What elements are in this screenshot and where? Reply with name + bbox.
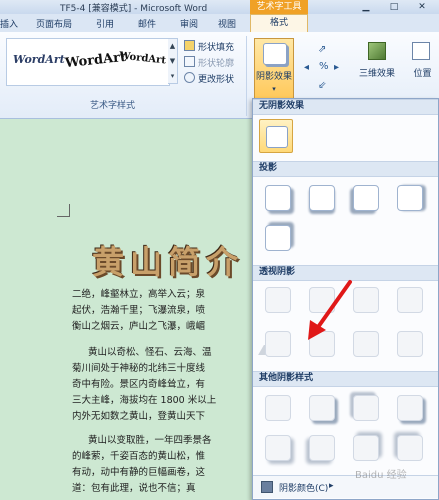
drop-shadow-option[interactable] (397, 185, 423, 211)
group-divider (246, 36, 247, 116)
position-button[interactable]: 位置 (406, 38, 439, 90)
paragraph-line: 菊川间处于神秘的北纬三十度线 (72, 363, 206, 374)
pen-icon (184, 56, 195, 67)
paragraph-line: 的峰萦，千姿百态的黄山松，惟 (72, 451, 206, 462)
no-shadow-swatch (266, 126, 288, 148)
perspective-shadow-option[interactable] (353, 331, 379, 357)
perspective-shadow-option[interactable] (265, 287, 291, 313)
shadow-effect-icon (263, 43, 287, 65)
drop-shadow-option[interactable] (265, 185, 291, 211)
perspective-shadow-option[interactable] (397, 287, 423, 313)
submenu-arrow-icon: ▸ (329, 481, 334, 491)
other-shadow-option[interactable] (397, 395, 423, 421)
perspective-shadow-option[interactable] (265, 331, 291, 357)
tab-review[interactable]: 审阅 (180, 17, 198, 30)
close-icon[interactable]: ✕ (408, 1, 436, 13)
shape-icon (184, 72, 195, 83)
drop-shadow-option[interactable] (353, 185, 379, 211)
tab-insert[interactable]: 插入 (0, 17, 18, 30)
shadow-color-menu-item[interactable]: 阴影颜色(C) ▸ (253, 475, 438, 498)
wordart-heading[interactable]: 黄山简介 (92, 237, 244, 283)
section-drop-shadow: 投影 (253, 161, 438, 177)
context-tab-group-label: 艺术字工具 (250, 0, 308, 14)
shape-fill-label: 形状填充 (198, 43, 235, 53)
wordart-style-2[interactable]: WordArt (64, 50, 126, 71)
paragraph-line: 三大主峰，海拔均在 1800 米以上 (72, 395, 217, 406)
section-other-shadow: 其他阴影样式 (253, 371, 438, 387)
minimize-icon[interactable]: ▁ (352, 1, 380, 13)
paragraph-line: 二绝，峰壑林立，高举入云；泉 (72, 289, 206, 300)
other-shadow-option[interactable] (353, 435, 379, 461)
change-shape-button[interactable]: 更改形状 (184, 72, 234, 86)
paint-bucket-icon (184, 40, 195, 51)
tab-view[interactable]: 视图 (218, 17, 236, 30)
tab-mailings[interactable]: 邮件 (138, 17, 156, 30)
shape-fill-button[interactable]: 形状填充 (184, 40, 234, 54)
change-shape-label: 更改形状 (198, 75, 235, 85)
position-icon (412, 42, 430, 60)
tab-references[interactable]: 引用 (96, 17, 114, 30)
shadow-effect-button[interactable]: 阴影效果 ▾ (254, 38, 294, 100)
paragraph-line: 奇中有险。景区内奇峰耸立，有 (72, 379, 206, 390)
other-shadow-option[interactable] (265, 395, 291, 421)
dropdown-arrow-icon: ▾ (272, 85, 276, 93)
3d-effects-button[interactable]: 三维效果 (356, 38, 398, 90)
window-controls: ▁ □ ✕ (322, 0, 439, 14)
position-label: 位置 (413, 69, 432, 79)
tab-page-layout[interactable]: 页面布局 (36, 17, 72, 30)
shape-outline-label: 形状轮廓 (198, 59, 235, 69)
other-shadow-option[interactable] (353, 395, 379, 421)
nudge-shadow-up-icon[interactable]: ⇗ (318, 44, 326, 55)
paragraph-line: 内外无如数之黄山，登黄山天下 (72, 411, 206, 422)
section-no-shadow: 无阴影效果 (253, 99, 438, 115)
gallery-scroll[interactable]: ▲ ▼ ▾ (168, 38, 178, 84)
nudge-shadow-down-icon[interactable]: ⇙ (318, 80, 326, 91)
color-swatch-icon (261, 481, 273, 493)
wordart-style-gallery: WordArt WordArt WordArt (6, 38, 170, 86)
nudge-shadow-right-icon[interactable]: ▸ (334, 62, 339, 73)
wordart-style-1[interactable]: WordArt (13, 53, 65, 66)
nudge-shadow-left-icon[interactable]: ◂ (304, 62, 309, 73)
other-shadow-option[interactable] (397, 435, 423, 461)
other-shadow-option[interactable] (265, 435, 291, 461)
paragraph-line: 有动，动中有静的巨幅画卷，这 (72, 467, 206, 478)
paragraph-line: 黄山以奇松、怪石、云海、温 (88, 347, 212, 358)
paragraph-line: 起伏，浩瀚千里；飞瀑流泉，喷 (72, 305, 206, 316)
watermark-text: Baidu 经验 (355, 470, 407, 481)
shadow-toggle-icon[interactable]: % (319, 61, 329, 72)
other-shadow-option[interactable] (309, 395, 335, 421)
other-shadow-option[interactable] (309, 435, 335, 461)
cube-icon (368, 42, 386, 60)
margin-corner-mark (57, 204, 70, 217)
shape-outline-button[interactable]: 形状轮廓 (184, 56, 234, 70)
maximize-icon[interactable]: □ (380, 1, 408, 13)
wordart-group-label: 艺术字样式 (90, 101, 136, 111)
window-title: TF5-4 [兼容模式] - Microsoft Word (60, 4, 208, 14)
drop-shadow-option[interactable] (265, 225, 291, 251)
paragraph-line: 衡山之烟云，庐山之飞瀑，峨嵋 (72, 321, 206, 332)
perspective-shadow-option[interactable] (353, 287, 379, 313)
shadow-color-label: 阴影颜色(C) (279, 484, 329, 494)
ribbon-tabs: 插入 页面布局 引用 邮件 审阅 视图 (0, 14, 439, 33)
perspective-shadow-option[interactable] (397, 331, 423, 357)
paragraph-line: 道：包有此理，说也不信；真 (72, 483, 196, 494)
shadow-effect-label: 阴影效果 (255, 72, 292, 82)
tab-format[interactable]: 格式 (250, 14, 308, 32)
red-arrow-icon (308, 280, 352, 340)
paragraph-line: 黄山以变取胜，一年四季景各 (88, 435, 212, 446)
drop-shadow-option[interactable] (309, 185, 335, 211)
3d-effects-label: 三维效果 (358, 69, 395, 79)
no-shadow-option[interactable] (259, 119, 293, 153)
